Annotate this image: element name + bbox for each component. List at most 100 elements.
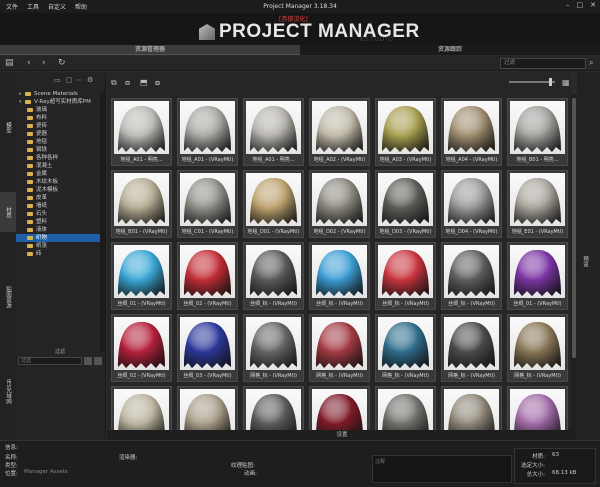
material-tile[interactable]: 网格_标 - (VRayMtl) xyxy=(309,314,370,382)
tree-node[interactable]: 各种各样 xyxy=(16,154,100,162)
side-tab-texture-assets[interactable]: 贴图资源 xyxy=(0,272,16,322)
filter-options-icon[interactable] xyxy=(94,357,102,365)
tree-scrollbar[interactable] xyxy=(100,92,105,352)
material-tile[interactable] xyxy=(309,386,370,430)
material-tile[interactable]: 地毯_D02 - (VRayMtl) xyxy=(309,170,370,238)
side-tab-materials[interactable]: 材质 xyxy=(0,192,16,232)
material-tile[interactable]: 地毯_A04 - (VRayMtl) xyxy=(441,98,502,166)
material-tile[interactable]: 地毯_A01 - 明亮... xyxy=(111,98,172,166)
tree-node[interactable]: 瓷砖 xyxy=(16,122,100,130)
tab-asset-browser[interactable]: 资源管理器 xyxy=(0,45,300,55)
side-tab-ies[interactable]: IES光域网 xyxy=(0,362,16,422)
close-icon[interactable]: ✕ xyxy=(590,1,596,9)
thumbnail-size-slider[interactable] xyxy=(509,78,555,86)
tree-node-label: 纸张 xyxy=(36,243,48,249)
material-tile[interactable]: 地毯_D03 - (VRayMtl) xyxy=(375,170,436,238)
material-tile[interactable]: 丝绸_标 - (VRayMtl) xyxy=(375,242,436,310)
tab-asset-tracking[interactable]: 资源跟踪 xyxy=(300,45,600,55)
grid-scrollbar-thumb[interactable] xyxy=(572,98,576,358)
render-preview-icon[interactable]: ⬒ xyxy=(140,78,148,87)
tree-node[interactable]: 塑料 xyxy=(16,218,100,226)
material-tile[interactable]: 地毯_A03 - (VRayMtl) xyxy=(375,98,436,166)
load-scene-icon[interactable]: ⧉ xyxy=(111,78,117,88)
new-folder-icon[interactable]: ▭ xyxy=(54,76,61,84)
tree-node[interactable]: 混凝土 xyxy=(16,162,100,170)
material-tile[interactable]: 丝绸_02 - (VRayMtl) xyxy=(177,242,238,310)
refresh-icon[interactable]: ↻ xyxy=(58,58,66,68)
tree-node[interactable]: 石头 xyxy=(16,210,100,218)
tree-node[interactable]: 金属 xyxy=(16,170,100,178)
material-tile[interactable] xyxy=(243,386,304,430)
slider-knob[interactable] xyxy=(549,78,552,86)
back-icon[interactable]: ‹ xyxy=(27,58,31,68)
material-tile[interactable]: 地毯_A02 - (VRayMtl) xyxy=(309,98,370,166)
logo-subtitle: KSTUDIO xyxy=(360,36,394,43)
material-tile[interactable] xyxy=(111,386,172,430)
search-input[interactable]: 过滤 xyxy=(500,58,586,69)
material-tile[interactable]: 网格_标 - (VRayMtl) xyxy=(441,314,502,382)
tree-node[interactable]: 纸张 xyxy=(16,242,100,250)
window-title: Project Manager 3.18.34 xyxy=(263,3,337,10)
tree-node[interactable]: 地毯 xyxy=(16,138,100,146)
material-tile[interactable]: 网格_标 - (VRayMtl) xyxy=(507,314,568,382)
material-tile[interactable]: 地毯_A01 - (VRayMtl) xyxy=(177,98,238,166)
tree-node-label: 混凝土 xyxy=(36,163,53,169)
panel-toggle-icon[interactable]: ▤ xyxy=(5,58,14,68)
tree-node[interactable]: 皮革 xyxy=(16,194,100,202)
material-tile[interactable]: 地毯_E01 - (VRayMtl) xyxy=(507,170,568,238)
material-tile[interactable] xyxy=(507,386,568,430)
material-tile[interactable] xyxy=(375,386,436,430)
tree-node[interactable]: ▾ V-Ray超写实材质库PM xyxy=(16,98,100,106)
tree-node[interactable]: 布料 xyxy=(16,114,100,122)
material-tile[interactable] xyxy=(441,386,502,430)
tree-node[interactable]: 瓷器 xyxy=(16,130,100,138)
tree-node[interactable]: 钢铁 xyxy=(16,146,100,154)
material-tile[interactable]: 丝绸_02 - (VRayMtl) xyxy=(111,314,172,382)
material-tile[interactable]: 丝绸_标 - (VRayMtl) xyxy=(243,242,304,310)
collapse-icon[interactable]: ⋯ xyxy=(76,76,83,84)
material-tile[interactable]: 地毯_D04 - (VRayMtl) xyxy=(441,170,502,238)
open-folder-icon[interactable]: ▢ xyxy=(66,76,73,84)
material-tile[interactable]: 网格_标 - (VRayMtl) xyxy=(243,314,304,382)
material-tile[interactable]: 丝绸_标 - (VRayMtl) xyxy=(441,242,502,310)
tree-node-label: 塑料 xyxy=(36,219,48,225)
grid-view-icon[interactable]: ▦ xyxy=(562,78,570,87)
maximize-icon[interactable]: □ xyxy=(577,1,584,9)
settings-icon[interactable]: ⚙ xyxy=(87,76,93,84)
search-icon[interactable]: ⌕ xyxy=(589,58,593,68)
preview-panel-label[interactable]: 预览 xyxy=(581,256,589,267)
material-tile[interactable]: 丝绸_标 - (VRayMtl) xyxy=(309,242,370,310)
material-tile[interactable]: 丝绸_03 - (VRayMtl) xyxy=(177,314,238,382)
material-tile[interactable]: 地毯_B01 - (VRayMtl) xyxy=(111,170,172,238)
tree-node[interactable]: 砖 xyxy=(16,250,100,258)
tree-filter-input[interactable]: 过滤 xyxy=(18,357,82,365)
material-tile[interactable]: 地毯_D01 - (VRayMtl) xyxy=(243,170,304,238)
material-tile[interactable]: 地毯_B01 - 明亮... xyxy=(507,98,568,166)
notes-field[interactable]: 注释 xyxy=(372,455,512,483)
forward-icon[interactable]: › xyxy=(42,58,46,68)
material-tile[interactable]: 丝绸_01 - (VRayMtl) xyxy=(111,242,172,310)
tree-node[interactable]: 木纹木板 xyxy=(16,178,100,186)
material-tile[interactable]: 丝绸_01 - (VRayMtl) xyxy=(507,242,568,310)
side-tab-models[interactable]: 模型 xyxy=(0,112,16,142)
tree-node[interactable]: 玻璃 xyxy=(16,106,100,114)
tree-node-label: 玻璃 xyxy=(36,107,48,113)
tree-node[interactable]: ▸ Scene Materials xyxy=(16,90,100,98)
tree-node[interactable]: 泥木模板 xyxy=(16,186,100,194)
folder-icon xyxy=(27,179,33,184)
material-tile[interactable] xyxy=(177,386,238,430)
grid-footer[interactable]: 设置 xyxy=(107,430,577,440)
material-tile[interactable]: 地毯_A01 - 明亮... xyxy=(243,98,304,166)
info-type-label: 类型: xyxy=(5,463,18,469)
tree-node[interactable]: 织物 xyxy=(16,234,100,242)
material-tile[interactable]: 地毯_C01 - (VRayMtl) xyxy=(177,170,238,238)
tree-node-label: 液体 xyxy=(36,227,48,233)
minimize-icon[interactable]: – xyxy=(566,1,570,9)
tree-node-label: 金属 xyxy=(36,171,48,177)
tree-node[interactable]: 液体 xyxy=(16,226,100,234)
material-tile[interactable]: 网格_标 - (VRayMtl) xyxy=(375,314,436,382)
merge-icon[interactable]: ⧈ xyxy=(125,78,130,88)
filter-clear-icon[interactable] xyxy=(84,357,92,365)
batch-icon[interactable]: ⧇ xyxy=(155,78,160,88)
tree-node[interactable]: 墙纸 xyxy=(16,202,100,210)
